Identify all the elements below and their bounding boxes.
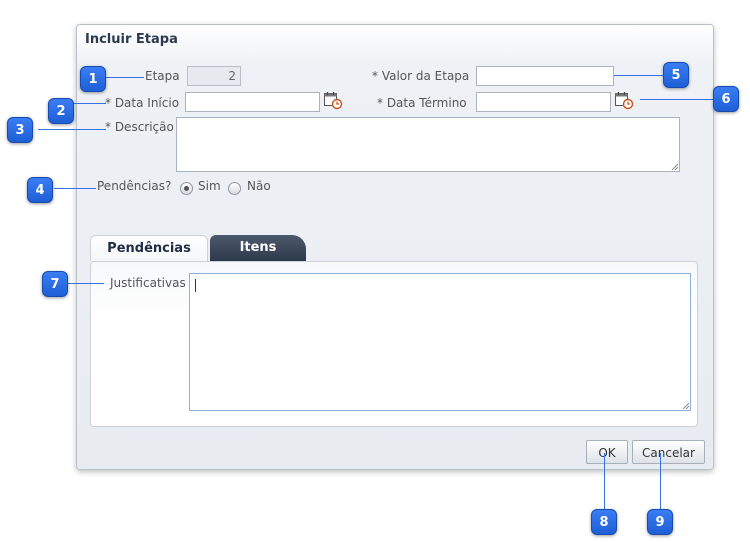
etapa-label: Etapa [145,69,180,83]
callout-line-1 [106,77,144,78]
callout-line-2 [74,103,106,104]
dialog-title: Incluir Etapa [85,32,178,47]
ok-button[interactable]: OK [586,440,628,464]
valor-etapa-label: * Valor da Etapa [372,69,470,83]
radio-sim[interactable] [180,182,193,195]
callout-line-7 [68,283,104,284]
cancel-button[interactable]: Cancelar [632,440,705,464]
descricao-textarea[interactable] [176,117,680,172]
callout-line-8 [604,453,605,509]
resize-grip-icon[interactable] [671,163,678,170]
callout-badge-8: 8 [591,509,617,535]
callout-badge-3: 3 [7,117,33,143]
callout-line-4 [54,188,96,189]
nao-label: Não [247,179,271,193]
callout-badge-6: 6 [713,86,739,112]
incluir-etapa-dialog: Incluir Etapa Etapa * Valor da Etapa * D… [76,24,714,470]
tab-panel: Justificativas [90,261,698,427]
data-termino-field[interactable] [476,92,611,112]
radio-nao[interactable] [228,182,241,195]
callout-line-5 [614,75,664,76]
callout-badge-5: 5 [663,62,689,88]
etapa-field [187,66,241,86]
callout-badge-7: 7 [42,271,68,297]
text-caret [195,279,196,292]
callout-line-3 [38,129,106,130]
tab-pendencias[interactable]: Pendências [90,235,208,261]
resize-grip-icon[interactable] [682,402,689,409]
justificativas-label: Justificativas [110,276,186,290]
callout-line-6 [640,99,714,100]
callout-badge-4: 4 [27,177,53,203]
data-inicio-field[interactable] [185,92,320,112]
sim-label: Sim [198,179,221,193]
descricao-label: * Descrição [105,120,174,134]
callout-line-9 [660,453,661,509]
justificativas-textarea[interactable] [189,273,691,411]
valor-etapa-field[interactable] [476,66,614,86]
pendencias-question-label: Pendências? [97,179,172,193]
data-termino-label: * Data Término [377,96,467,110]
tab-itens[interactable]: Itens [210,235,306,261]
callout-badge-9: 9 [647,509,673,535]
calendar-icon[interactable] [323,90,343,110]
callout-badge-2: 2 [48,98,74,124]
data-inicio-label: * Data Início [105,96,180,110]
callout-badge-1: 1 [80,66,106,92]
calendar-icon[interactable] [614,90,634,110]
